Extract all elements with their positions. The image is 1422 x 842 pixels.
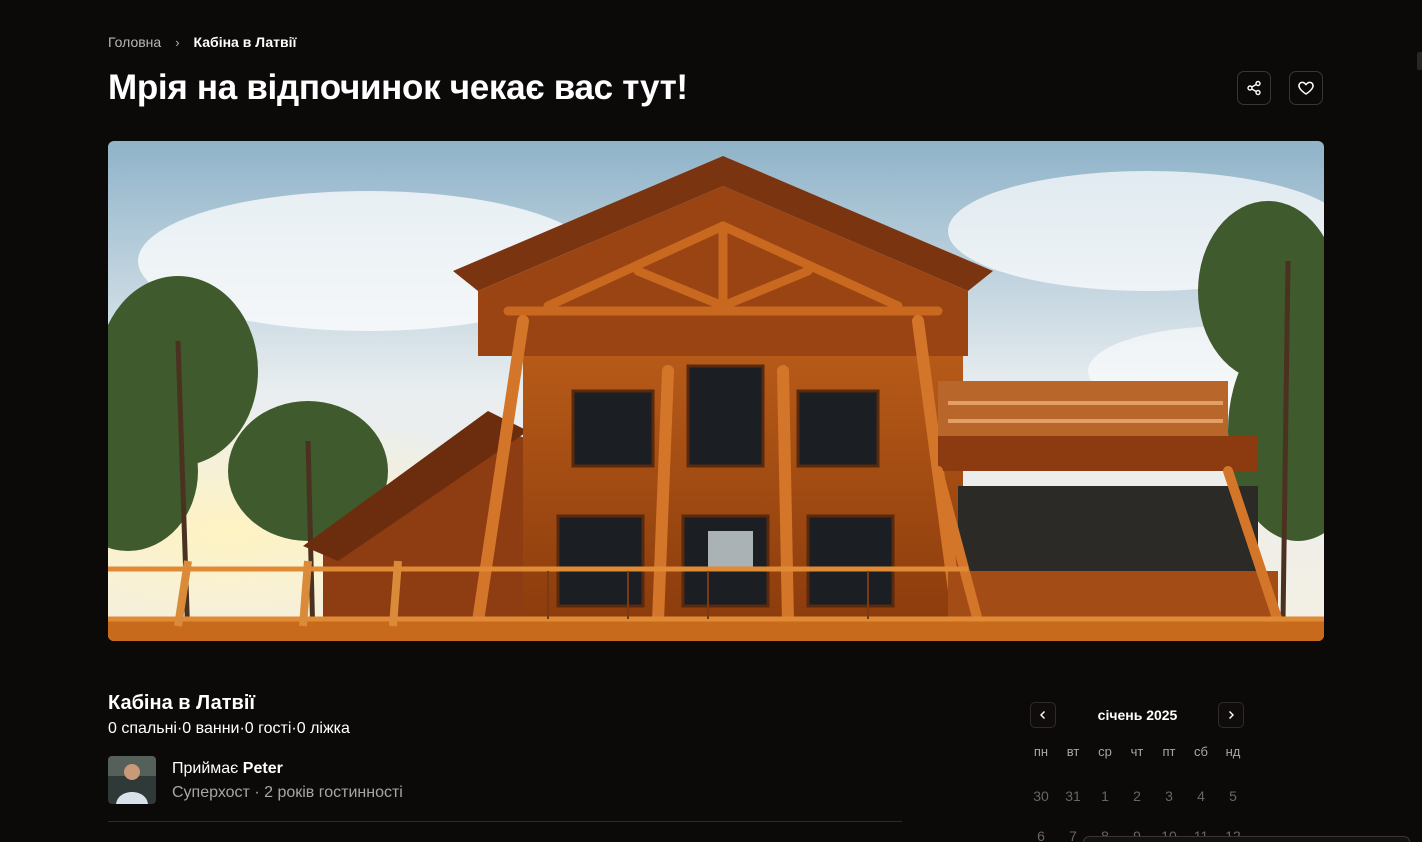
host-name: Peter xyxy=(242,760,283,777)
weekday-label: вт xyxy=(1066,744,1080,759)
host-avatar-image xyxy=(108,756,156,804)
avatar xyxy=(108,756,156,804)
share-button[interactable] xyxy=(1237,71,1271,105)
calendar-day: 4 xyxy=(1197,788,1205,804)
calendar-day: 2 xyxy=(1133,788,1141,804)
calendar-next-button[interactable] xyxy=(1218,702,1244,728)
cabin-illustration xyxy=(108,141,1324,641)
calendar-prev-button[interactable] xyxy=(1030,702,1056,728)
weekday-label: пт xyxy=(1162,744,1176,759)
listing-stats: 0 спальні·0 ванни·0 гості·0 ліжка xyxy=(108,720,350,737)
calendar-day: 3 xyxy=(1165,788,1173,804)
chevron-left-icon xyxy=(1040,711,1045,719)
calendar-day: 5 xyxy=(1229,788,1237,804)
weekday-label: чт xyxy=(1130,744,1144,759)
heart-icon xyxy=(1298,81,1314,95)
host-subtitle: Суперхост · 2 років гостинності xyxy=(172,784,403,801)
page-title: Мрія на відпочинок чекає вас тут! xyxy=(108,68,688,107)
weekday-label: сб xyxy=(1194,744,1208,759)
bottom-panel-edge xyxy=(1083,836,1410,842)
chevron-right-icon xyxy=(1229,711,1234,719)
weekday-label: ср xyxy=(1098,744,1112,759)
weekday-label: пн xyxy=(1033,744,1049,759)
breadcrumb-current: Кабіна в Латвії xyxy=(193,34,297,50)
chevron-right-icon: › xyxy=(175,34,180,50)
divider xyxy=(108,821,902,822)
hero-image xyxy=(108,141,1324,641)
favorite-button[interactable] xyxy=(1289,71,1323,105)
listing-title: Кабіна в Латвії xyxy=(108,692,256,714)
host-line: Приймає Peter xyxy=(172,760,403,778)
calendar-day: 6 xyxy=(1037,828,1045,842)
share-icon xyxy=(1247,80,1261,96)
calendar-day: 30 xyxy=(1033,788,1049,804)
calendar-grid: пн вт ср чт пт сб нд 30 31 1 2 3 4 5 6 7… xyxy=(1025,744,1249,842)
calendar-month: січень 2025 xyxy=(1097,707,1178,723)
calendar-day: 31 xyxy=(1065,788,1081,804)
scrollbar-thumb[interactable] xyxy=(1417,52,1422,70)
weekday-label: нд xyxy=(1225,744,1241,759)
breadcrumb-home-link[interactable]: Головна xyxy=(108,34,161,50)
host-info: Приймає Peter Суперхост · 2 років гостин… xyxy=(108,756,403,804)
breadcrumb: Головна › Кабіна в Латвії xyxy=(108,34,296,50)
host-prefix: Приймає xyxy=(172,760,239,777)
page: Головна › Кабіна в Латвії Мрія на відпоч… xyxy=(0,0,1422,842)
calendar-day: 1 xyxy=(1101,788,1109,804)
